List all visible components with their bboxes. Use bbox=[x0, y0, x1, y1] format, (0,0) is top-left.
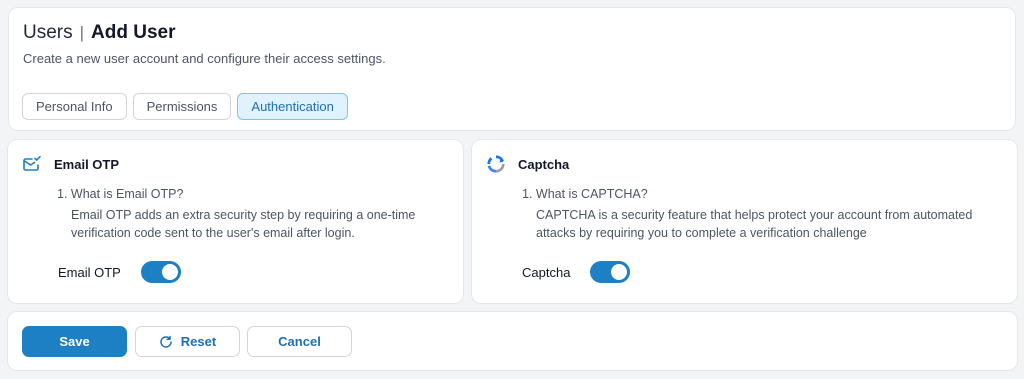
email-otp-faq: 1. What is Email OTP? Email OTP adds an … bbox=[57, 185, 457, 242]
email-otp-header: Email OTP bbox=[22, 154, 119, 174]
page-subtitle: Create a new user account and configure … bbox=[23, 51, 386, 66]
breadcrumb: Users | Add User bbox=[23, 22, 176, 44]
page-header: Users | Add User Create a new user accou… bbox=[8, 7, 1016, 131]
captcha-question: 1. What is CAPTCHA? bbox=[522, 187, 648, 201]
tab-authentication[interactable]: Authentication bbox=[237, 93, 348, 120]
captcha-toggle-row: Captcha bbox=[522, 261, 631, 283]
captcha-card: Captcha 1. What is CAPTCHA? CAPTCHA is a… bbox=[471, 139, 1018, 304]
toggle-knob bbox=[611, 264, 628, 280]
page-title: Add User bbox=[91, 22, 176, 43]
captcha-header: Captcha bbox=[486, 154, 569, 174]
captcha-title: Captcha bbox=[518, 156, 570, 172]
tab-personal-info[interactable]: Personal Info bbox=[22, 93, 127, 120]
email-otp-question: 1. What is Email OTP? bbox=[57, 187, 184, 201]
tab-permissions[interactable]: Permissions bbox=[132, 93, 232, 120]
captcha-faq: 1. What is CAPTCHA? CAPTCHA is a securit… bbox=[522, 185, 992, 242]
email-otp-card: Email OTP 1. What is Email OTP? Email OT… bbox=[7, 139, 464, 304]
toggle-knob bbox=[161, 264, 178, 280]
save-button[interactable]: Save bbox=[22, 326, 127, 357]
cancel-button[interactable]: Cancel bbox=[247, 326, 352, 357]
reset-button[interactable]: Reset bbox=[135, 326, 240, 357]
reset-button-label: Reset bbox=[180, 334, 217, 349]
captcha-toggle-label: Captcha bbox=[522, 264, 571, 280]
tab-bar: Personal Info Permissions Authentication bbox=[22, 93, 348, 120]
breadcrumb-users-link[interactable]: Users bbox=[23, 22, 73, 44]
recaptcha-icon bbox=[486, 154, 506, 174]
captcha-toggle[interactable] bbox=[590, 261, 631, 283]
email-otp-title: Email OTP bbox=[54, 156, 120, 172]
email-otp-toggle-label: Email OTP bbox=[58, 264, 121, 280]
breadcrumb-separator: | bbox=[79, 23, 85, 42]
captcha-answer: CAPTCHA is a security feature that helps… bbox=[536, 208, 973, 240]
form-actions: Save Reset Cancel bbox=[7, 311, 1018, 371]
email-otp-toggle[interactable] bbox=[140, 261, 181, 283]
email-otp-toggle-row: Email OTP bbox=[58, 261, 181, 283]
email-otp-answer: Email OTP adds an extra security step by… bbox=[71, 208, 416, 240]
mail-check-icon bbox=[22, 154, 42, 174]
refresh-icon bbox=[159, 335, 173, 349]
